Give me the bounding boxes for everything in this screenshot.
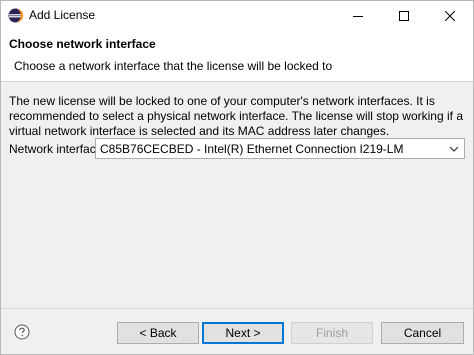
info-text: The new license will be locked to one of… [9, 94, 463, 138]
title-bar: Add License [1, 1, 473, 30]
page-description: Choose a network interface that the lice… [14, 59, 333, 73]
network-interface-select[interactable]: C85B76CECBED - Intel(R) Ethernet Connect… [95, 138, 465, 159]
window-title: Add License [29, 8, 96, 22]
close-icon [445, 10, 455, 21]
cancel-button[interactable]: Cancel [381, 322, 464, 344]
network-interface-value: C85B76CECBED - Intel(R) Ethernet Connect… [100, 142, 404, 156]
add-license-dialog: Add License Choose network interface Cho… [0, 0, 474, 355]
close-button[interactable] [427, 1, 473, 30]
eclipse-icon [8, 8, 23, 23]
help-icon[interactable] [14, 324, 30, 340]
back-button[interactable]: < Back [117, 322, 199, 344]
finish-button[interactable]: Finish [291, 322, 373, 344]
page-title: Choose network interface [9, 37, 156, 51]
chevron-down-icon [449, 146, 459, 152]
wizard-header: Choose network interface Choose a networ… [1, 30, 473, 82]
next-button[interactable]: Next > [202, 322, 284, 344]
network-interface-label: Network interface: [9, 142, 106, 156]
minimize-icon [353, 15, 363, 17]
minimize-button[interactable] [335, 1, 381, 30]
maximize-icon [399, 10, 409, 21]
maximize-button[interactable] [381, 1, 427, 30]
footer-separator [1, 308, 473, 309]
